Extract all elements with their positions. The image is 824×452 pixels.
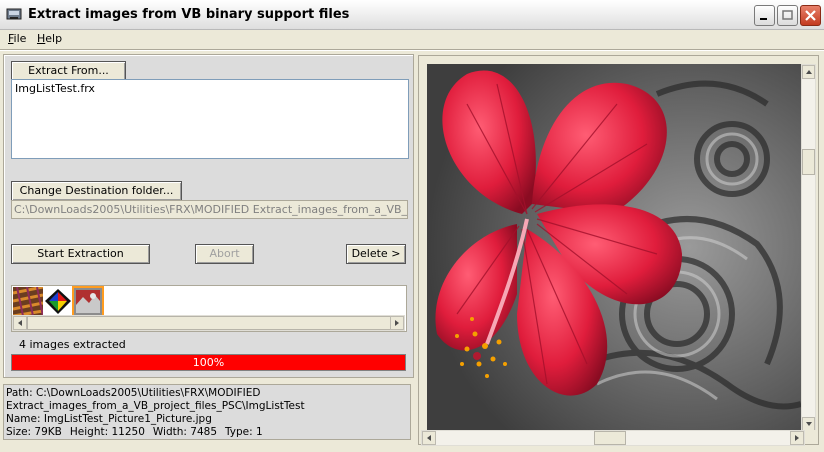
close-icon [805,10,816,21]
color-cube-thumbnail[interactable] [43,287,73,316]
landscape-thumbnail[interactable] [72,286,104,317]
start-extraction-button[interactable]: Start Extraction [11,244,150,264]
info-dimensions: Size: 79KB Height: 11250 Width: 7485 Type: … [6,426,271,438]
scroll-left-button[interactable] [422,431,436,445]
info-type: Type: 1 [225,426,263,438]
arrow-right-icon [795,435,799,441]
arrow-down-icon [806,422,812,426]
image-vertical-scrollbar[interactable] [801,64,816,432]
title-bar[interactable]: Extract images from VB binary support fi… [0,0,824,30]
image-horizontal-scrollbar[interactable] [421,430,805,446]
menu-file[interactable]: File [8,32,26,45]
scroll-thumb[interactable] [27,316,392,330]
progress-label: 100% [192,356,225,369]
abort-button[interactable]: Abort [195,244,254,264]
hibiscus-image [427,64,801,430]
menu-divider [0,49,824,51]
menu-bar: File Help [0,30,824,49]
images-extracted-status: 4 images extracted [19,338,126,351]
scroll-right-button[interactable] [390,316,404,330]
scroll-left-button[interactable] [13,316,27,330]
arrow-left-icon [18,320,22,326]
scrollbar-corner [805,430,816,443]
close-button[interactable] [800,5,821,26]
scroll-up-button[interactable] [802,65,815,79]
delete-button[interactable]: Delete > [346,244,406,264]
maximize-icon [782,10,793,20]
image-preview [427,64,801,430]
scroll-thumb[interactable] [594,431,626,445]
extraction-progress-bar: 100% [11,354,406,371]
scroll-thumb[interactable] [802,149,815,175]
info-path: Path: C:\DownLoads2005\Utilities\FRX\MOD… [6,387,261,399]
arrow-right-icon [395,320,399,326]
window-title: Extract images from VB binary support fi… [28,7,350,22]
menu-help[interactable]: Help [37,32,62,45]
fabric-thumbnail[interactable] [13,287,43,316]
info-height: Height: 11250 [69,426,145,438]
change-destination-button[interactable]: Change Destination folder... [11,181,182,201]
list-item[interactable]: ImgListTest.frx [15,82,95,95]
app-icon [6,8,22,20]
image-info-panel: Path: C:\DownLoads2005\Utilities\FRX\MOD… [3,384,411,440]
minimize-icon [760,18,767,20]
scroll-down-button[interactable] [802,417,815,431]
file-list[interactable]: ImgListTest.frx [11,79,409,159]
destination-path-field[interactable]: C:\DownLoads2005\Utilities\FRX\MODIFIED … [11,200,408,219]
arrow-up-icon [806,70,812,74]
info-width: Width: 7485 [152,426,217,438]
info-name: Name: ImgListTest_Picture1_Picture.jpg [6,413,212,425]
minimize-button[interactable] [754,5,775,26]
scroll-right-button[interactable] [790,431,804,445]
info-path-continued: Extract_images_from_a_VB_project_files_P… [6,400,305,412]
thumbnail-scrollbar[interactable] [12,315,405,331]
extract-from-button[interactable]: Extract From... [11,61,126,81]
maximize-button[interactable] [777,5,798,26]
arrow-left-icon [427,435,431,441]
info-size: Size: 79KB [6,426,62,438]
